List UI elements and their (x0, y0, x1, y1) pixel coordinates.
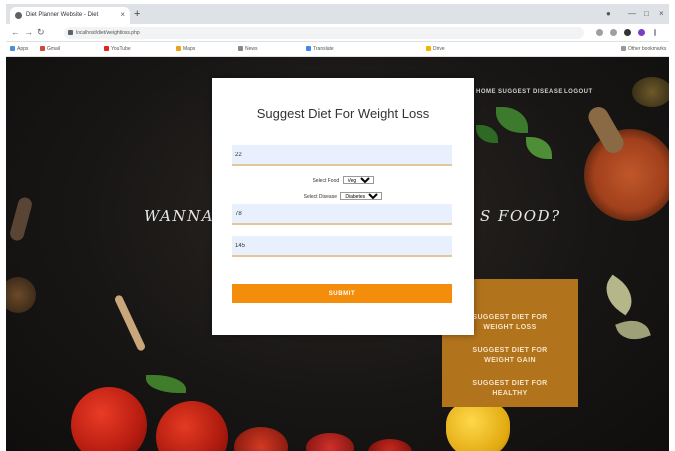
extensions-icon[interactable] (610, 29, 617, 36)
bookmark-star-icon[interactable] (596, 29, 603, 36)
weight-input[interactable] (232, 204, 452, 225)
herb-image (146, 375, 186, 393)
close-tab-icon[interactable]: × (120, 10, 125, 19)
tomato-image (306, 433, 354, 451)
tomato-image (368, 439, 412, 451)
address-url: localhost/diet/weightloss.php (76, 30, 140, 36)
browser-toolbar: ← → ↻ localhost/diet/weightloss.php (6, 24, 669, 42)
tomato-image (71, 387, 147, 451)
hero-headline-right: S FOOD? (480, 207, 561, 225)
bookmark-icon (40, 46, 45, 52)
bookmark-item[interactable]: News (238, 46, 258, 52)
submit-button[interactable]: SUBMIT (232, 284, 452, 303)
oil-bottle-image (632, 77, 669, 107)
back-icon[interactable]: ← (11, 27, 20, 37)
pepper-image (8, 195, 34, 243)
bookmark-icon (306, 46, 311, 52)
close-window-button[interactable]: × (659, 9, 664, 18)
height-input[interactable] (232, 236, 452, 257)
account-avatar-icon[interactable]: ● (606, 9, 611, 18)
tomato-image (156, 401, 228, 451)
lentil-bowl-image (584, 129, 669, 221)
disease-select[interactable]: Diabetes (340, 192, 383, 200)
basil-leaf-image (496, 107, 528, 133)
bookmark-icon (176, 46, 181, 52)
bookmark-item[interactable]: Maps (176, 46, 195, 52)
forward-icon[interactable]: → (24, 27, 33, 37)
bookmark-icon (238, 46, 243, 52)
basil-leaf-image (476, 125, 498, 143)
apps-icon (10, 46, 15, 52)
bay-leaf-image (597, 274, 641, 316)
spice-bowl-image (6, 277, 36, 313)
reload-icon[interactable]: ↻ (37, 27, 45, 38)
basil-leaf-image (526, 137, 552, 159)
disease-select-label: Select Disease (303, 194, 337, 200)
bookmark-item[interactable]: YouTube (104, 46, 131, 52)
food-select-row: Select Food Veg (212, 176, 474, 184)
bookmark-icon (426, 46, 431, 52)
bookmark-item[interactable]: Translate (306, 46, 334, 52)
bay-leaf-image (615, 314, 651, 346)
food-select[interactable]: Veg (342, 176, 374, 184)
nav-logout[interactable]: LOGOUT (564, 89, 593, 95)
bookmark-item[interactable]: Apps (10, 46, 28, 52)
browser-tab[interactable]: Diet Planner Website - Diet × (10, 7, 130, 24)
cinnamon-stick-image (113, 294, 147, 352)
browser-window: Diet Planner Website - Diet × + ● — □ × … (0, 0, 675, 451)
tab-bar: Diet Planner Website - Diet × + ● — □ × (6, 4, 669, 24)
minimize-button[interactable]: — (628, 9, 636, 18)
bookmark-item[interactable]: Other bookmarks (621, 46, 666, 52)
age-input[interactable] (232, 145, 452, 166)
menu-icon[interactable] (654, 29, 656, 36)
bookmark-item[interactable]: Drive (426, 46, 445, 52)
weight-gain-option[interactable]: SUGGEST DIET FOR WEIGHT GAIN (442, 346, 578, 366)
new-tab-button[interactable]: + (134, 8, 140, 20)
site-info-icon[interactable] (68, 30, 73, 35)
weight-loss-dialog: Suggest Diet For Weight Loss Select Food… (212, 78, 474, 335)
address-bar[interactable]: localhost/diet/weightloss.php (64, 27, 584, 39)
maximize-button[interactable]: □ (644, 9, 649, 18)
extension-icon[interactable] (624, 29, 631, 36)
tomato-image (234, 427, 288, 451)
bookmark-icon (104, 46, 109, 52)
bookmarks-bar: Apps Gmail YouTube Maps News Translate D… (6, 42, 669, 57)
bookmark-item[interactable]: Gmail (40, 46, 60, 52)
nav-suggest-disease[interactable]: SUGGEST DISEASE (498, 89, 563, 95)
food-select-label: Select Food (312, 178, 340, 184)
healthy-option[interactable]: SUGGEST DIET FOR HEALTHY (442, 379, 578, 399)
favicon-icon (15, 12, 22, 19)
profile-icon[interactable] (638, 29, 645, 36)
tab-title: Diet Planner Website - Diet (26, 12, 99, 18)
yellow-pepper-image (446, 401, 510, 451)
disease-select-row: Select Disease Diabetes (212, 192, 474, 200)
dialog-title: Suggest Diet For Weight Loss (256, 106, 430, 121)
folder-icon (621, 46, 626, 52)
hero-headline-left: WANNA (144, 207, 215, 225)
nav-home[interactable]: HOME (476, 89, 496, 95)
